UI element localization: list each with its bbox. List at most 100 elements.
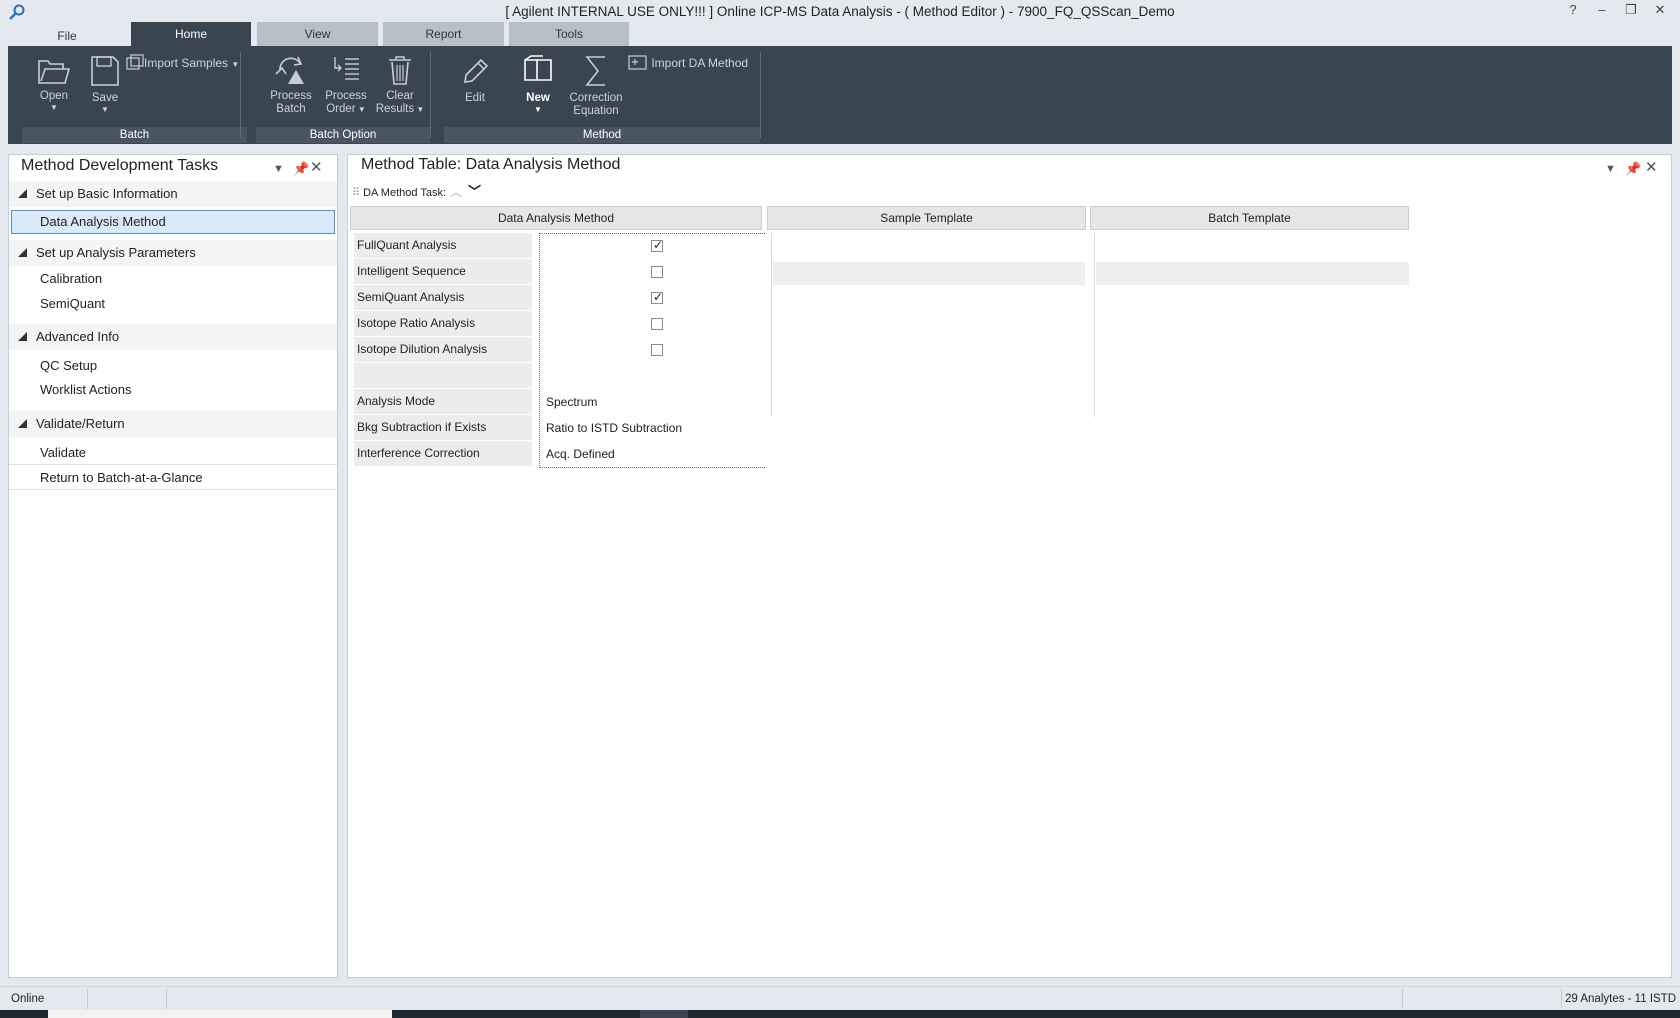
da-method-task-label: DA Method Task: <box>363 187 447 199</box>
panel-menu-icon[interactable]: ▼ <box>273 163 284 175</box>
table-row: SemiQuant Analysis ✓ <box>354 285 764 311</box>
column-header-batch-template[interactable]: Batch Template <box>1090 206 1409 230</box>
status-bar: Online 29 Analytes - 11 ISTD <box>0 986 1680 1010</box>
group-label-batch: Batch <box>22 127 247 143</box>
interference-correction-value[interactable]: Acq. Defined <box>546 441 615 466</box>
new-button[interactable]: New ▼ <box>518 54 558 115</box>
import-samples-label: Import Samples <box>144 56 229 70</box>
table-row: FullQuant Analysis ✓ <box>354 233 764 259</box>
taskbar-strip <box>0 1010 1680 1018</box>
list-item-qc-setup[interactable]: QC Setup <box>9 354 337 378</box>
column-header-sample-template[interactable]: Sample Template <box>767 206 1086 230</box>
row-label: Interference Correction <box>354 441 532 466</box>
bkg-subtraction-value[interactable]: Ratio to ISTD Subtraction <box>546 415 682 440</box>
process-batch-button[interactable]: Process Batch <box>263 54 319 116</box>
import-da-method-label: Import DA Method <box>651 56 749 70</box>
process-order-label-2: Order ▼ <box>326 103 366 115</box>
restore-button[interactable]: ❐ <box>1617 2 1645 22</box>
folder-icon <box>38 60 71 84</box>
ribbon-separator <box>430 52 431 138</box>
close-panel-icon[interactable]: ✕ <box>310 158 323 176</box>
close-window-button[interactable]: ✕ <box>1646 2 1674 22</box>
process-order-icon <box>334 57 359 80</box>
save-label: Save <box>91 92 119 104</box>
row-label-empty <box>354 363 532 388</box>
semiquant-analysis-checkbox[interactable]: ✓ <box>651 290 663 304</box>
chevron-down-icon: ▼ <box>414 105 425 114</box>
da-method-task-bar: ⠿ DA Method Task: ︿ ﹀ <box>352 181 481 200</box>
table-row: Isotope Dilution Analysis <box>354 337 764 363</box>
chevron-down-icon: ▼ <box>101 105 109 114</box>
chevron-up-icon[interactable]: ︿ <box>450 185 462 199</box>
method-table-panel: Method Table: Data Analysis Method ▼ 📌 ✕… <box>347 154 1672 978</box>
tab-file[interactable]: File <box>8 22 126 46</box>
correction-equation-button[interactable]: Correction Equation <box>560 54 632 118</box>
pin-icon[interactable]: 📌 <box>1625 161 1641 177</box>
list-item-return-to-batch[interactable]: Return to Batch-at-a-Glance <box>9 466 337 490</box>
method-table-title: Method Table: Data Analysis Method <box>361 156 621 173</box>
section-validate-return[interactable]: Validate/Return <box>9 411 337 437</box>
process-batch-icon <box>275 56 304 84</box>
clear-results-label-2: Results ▼ <box>375 103 425 115</box>
isotope-ratio-analysis-checkbox[interactable] <box>651 318 663 330</box>
close-panel-icon[interactable]: ✕ <box>1645 158 1658 176</box>
list-item-worklist-actions[interactable]: Worklist Actions <box>9 378 337 402</box>
ribbon-separator <box>760 52 761 138</box>
pin-icon[interactable]: 📌 <box>293 161 309 177</box>
list-item-semiquant[interactable]: SemiQuant <box>9 292 337 316</box>
list-item-label: Validate <box>40 445 87 460</box>
isotope-dilution-analysis-checkbox[interactable] <box>651 344 663 356</box>
tab-report[interactable]: Report <box>383 22 504 46</box>
import-da-method-button[interactable]: Import DA Method <box>628 54 768 70</box>
help-button[interactable]: ? <box>1559 2 1587 22</box>
list-item-validate[interactable]: Validate <box>9 441 337 465</box>
table-row: Intelligent Sequence <box>354 259 764 285</box>
row-label: Isotope Ratio Analysis <box>354 311 532 336</box>
taskbar-segment <box>48 1010 392 1018</box>
section-advanced-info[interactable]: Advanced Info <box>9 324 337 350</box>
ribbon-tabs: File Home View Report Tools <box>0 22 1680 47</box>
edit-button[interactable]: Edit <box>454 54 496 105</box>
chevron-down-icon: ▼ <box>355 105 366 114</box>
fullquant-analysis-checkbox[interactable]: ✓ <box>651 238 663 252</box>
section-label: Advanced Info <box>36 329 120 344</box>
list-item-label: Calibration <box>40 271 103 286</box>
save-button[interactable]: Save ▼ <box>78 54 132 115</box>
list-item-label: Data Analysis Method <box>40 214 166 229</box>
list-item-calibration[interactable]: Calibration <box>9 267 337 291</box>
import-icon <box>126 54 144 70</box>
chevron-down-icon[interactable]: ﹀ <box>468 184 481 199</box>
import-samples-button[interactable]: Import Samples ▼ <box>126 54 246 70</box>
new-label: New <box>526 92 550 104</box>
list-item-label: QC Setup <box>40 358 98 373</box>
column-header-data-analysis-method[interactable]: Data Analysis Method <box>350 206 762 230</box>
list-item-label: Return to Batch-at-a-Glance <box>40 470 203 485</box>
section-analysis-parameters[interactable]: Set up Analysis Parameters <box>9 240 337 266</box>
drag-grip-icon[interactable]: ⠿ <box>352 187 360 199</box>
tab-view[interactable]: View <box>257 22 378 46</box>
save-icon <box>91 56 119 86</box>
list-item-label: Worklist Actions <box>40 382 132 397</box>
tab-tools[interactable]: Tools <box>509 22 629 46</box>
title-bar: [ Agilent INTERNAL USE ONLY!!! ] Online … <box>0 0 1680 24</box>
group-label-batch-option: Batch Option <box>256 127 430 143</box>
section-basic-information[interactable]: Set up Basic Information <box>9 181 337 207</box>
analysis-mode-value[interactable]: Spectrum <box>546 389 597 414</box>
intelligent-sequence-checkbox[interactable] <box>651 266 663 278</box>
open-button[interactable]: Open ▼ <box>26 56 82 113</box>
chevron-down-icon: ▼ <box>534 105 542 114</box>
minimize-button[interactable]: – <box>1588 2 1616 22</box>
selection-outline <box>539 467 765 468</box>
row-label: FullQuant Analysis <box>354 233 532 258</box>
list-item-data-analysis-method[interactable]: Data Analysis Method <box>11 210 335 234</box>
clear-results-button[interactable]: Clear Results ▼ <box>374 54 426 116</box>
process-batch-label-1: Process <box>270 90 312 102</box>
correction-equation-label-2: Equation <box>573 105 619 117</box>
taskbar-segment <box>640 1010 688 1018</box>
panel-menu-icon[interactable]: ▼ <box>1605 163 1616 175</box>
clear-results-label-1: Clear <box>386 90 414 102</box>
chevron-down-icon: ▼ <box>231 60 240 69</box>
tab-home[interactable]: Home <box>131 22 251 46</box>
ribbon: Open ▼ Save ▼ Import Samples ▼ Batch Pro… <box>8 46 1672 144</box>
process-order-button[interactable]: Process Order ▼ <box>321 54 371 116</box>
